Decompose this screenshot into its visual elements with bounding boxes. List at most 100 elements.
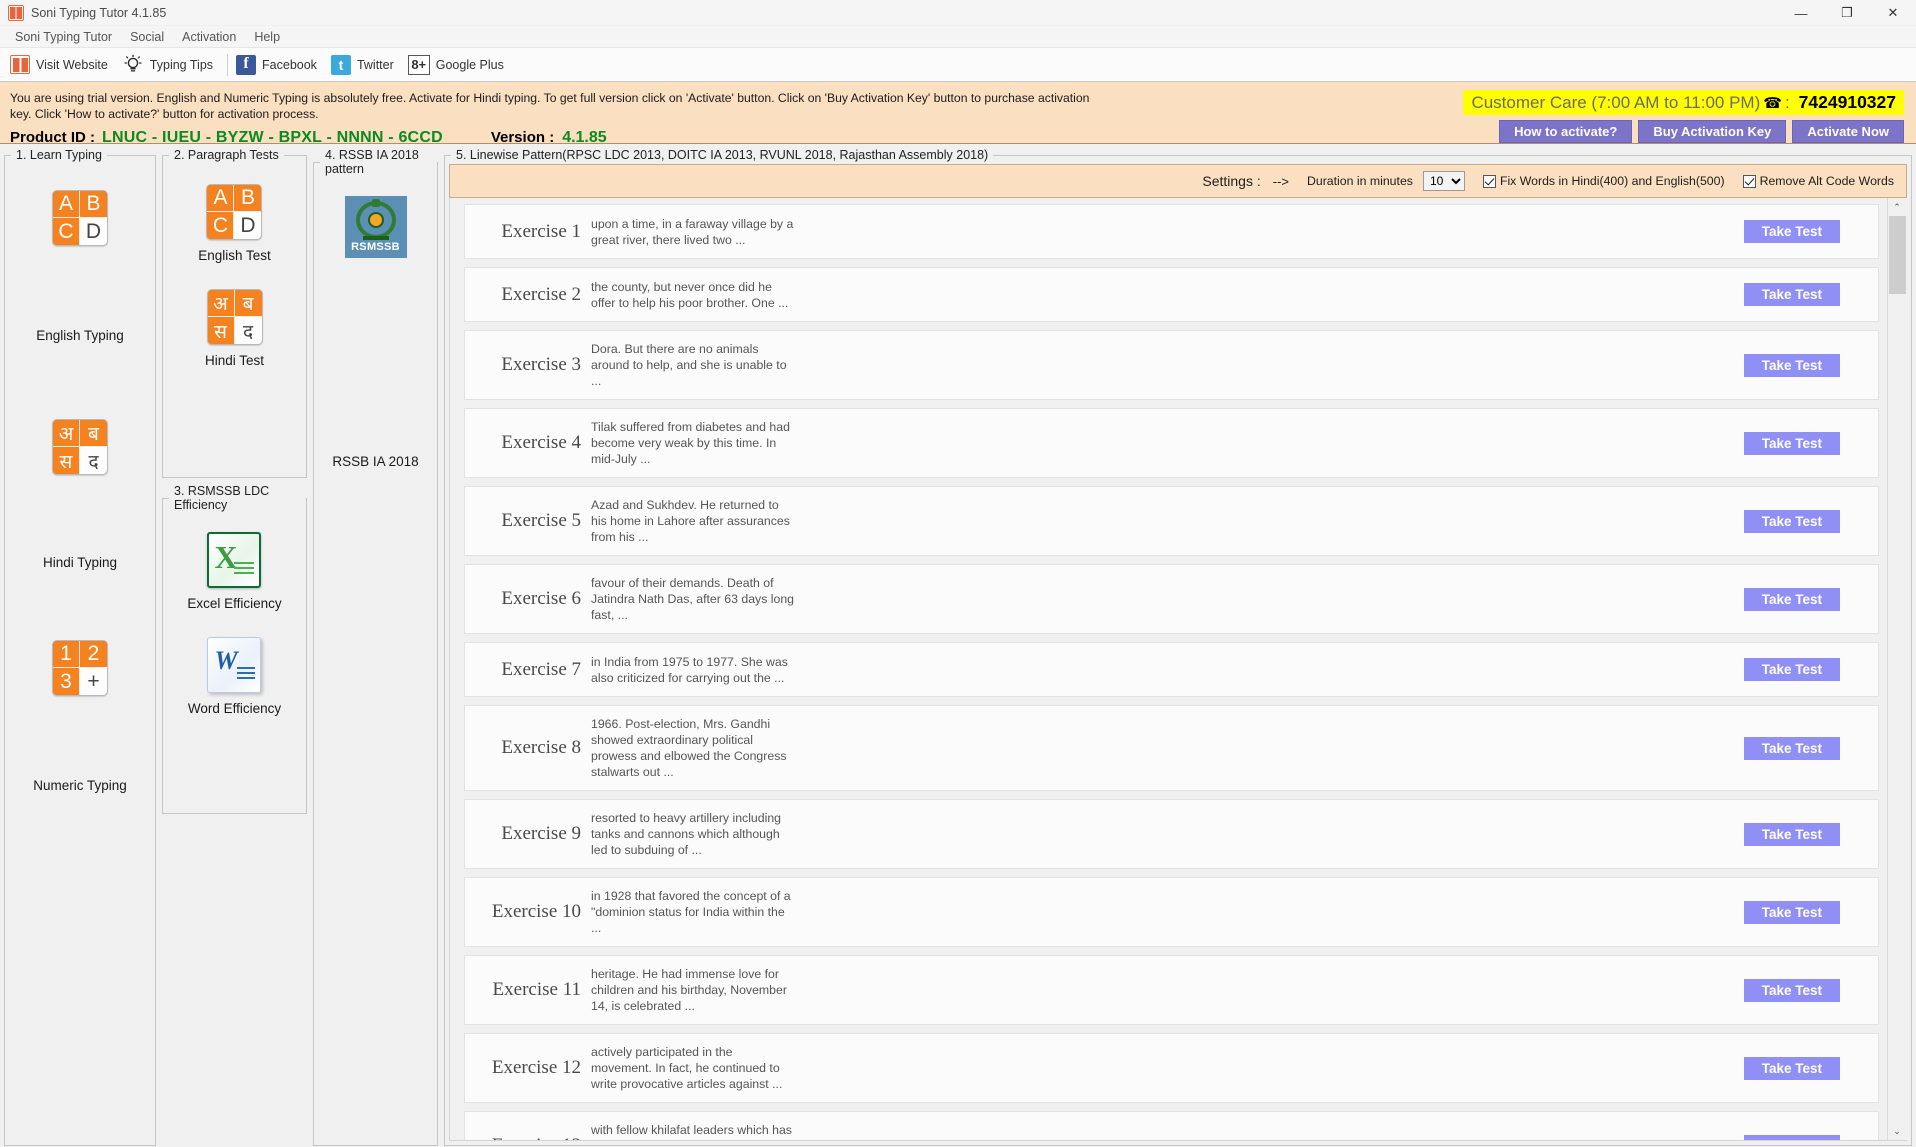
panel-learn-typing: 1. Learn Typing A B C D English Typing अ… [4, 148, 156, 1146]
tile-key-plus: + [79, 668, 107, 695]
menu-soni-typing-tutor[interactable]: Soni Typing Tutor [6, 28, 121, 46]
close-button[interactable]: ✕ [1870, 0, 1916, 26]
table-row: Exercise 1 upon a time, in a faraway vill… [464, 204, 1879, 259]
learn-hindi-typing[interactable]: अ ब स द Hindi Typing [43, 419, 117, 570]
tile-key-d: D [80, 218, 107, 245]
table-row: Exercise 7 in India from 1975 to 1977. Sh… [464, 642, 1879, 697]
numeric-keys-tile-icon[interactable]: 1 2 3 + [51, 640, 108, 696]
take-test-button[interactable]: Take Test [1743, 822, 1840, 846]
scroll-down-arrow-icon[interactable]: ⌄ [1887, 1122, 1907, 1140]
tile-key-c: C [207, 212, 235, 239]
panel-linewise-legend: 5. Linewise Pattern(RPSC LDC 2013, DOITC… [456, 148, 989, 162]
excel-icon[interactable]: X [207, 532, 262, 588]
take-test-button[interactable]: Take Test [1743, 587, 1840, 611]
buy-activation-key-button[interactable]: Buy Activation Key [1638, 120, 1787, 143]
rssb-ia-2018-label: RSSB IA 2018 [332, 454, 419, 469]
remove-alt-code-checkbox[interactable]: Remove Alt Code Words [1742, 174, 1894, 188]
scrollbar-track[interactable] [1887, 216, 1907, 1122]
paragraph-hindi-test-label: Hindi Test [204, 353, 265, 368]
product-id-label: Product ID : [10, 129, 95, 146]
panel-rsmssb-ldc-legend: 3. RSMSSB LDC Efficiency [174, 484, 270, 512]
facebook-icon: f [236, 54, 257, 75]
window-title: Soni Typing Tutor 4.1.85 [31, 5, 167, 20]
paragraph-english-test-label: English Test [198, 248, 271, 263]
english-test-tile-icon[interactable]: A B C D [206, 184, 263, 240]
toolbar-facebook[interactable]: f Facebook [232, 50, 327, 80]
paragraph-hindi-test[interactable]: अ ब स द Hindi Test [205, 289, 264, 368]
take-test-button[interactable]: Take Test [1743, 900, 1840, 924]
scrollbar-thumb[interactable] [1888, 216, 1906, 294]
menu-help[interactable]: Help [245, 28, 289, 46]
word-efficiency[interactable]: W Word Efficiency [188, 637, 281, 716]
take-test-button[interactable]: Take Test [1743, 509, 1840, 533]
learn-numeric-typing[interactable]: 1 2 3 + Numeric Typing [33, 640, 127, 793]
how-to-activate-button[interactable]: How to activate? [1499, 120, 1633, 143]
menu-activation[interactable]: Activation [173, 28, 245, 46]
take-test-button[interactable]: Take Test [1743, 978, 1840, 1002]
toolbar-visit-website-label: Visit Website [36, 57, 108, 72]
take-test-button[interactable]: Take Test [1743, 736, 1840, 760]
english-keys-tile-icon[interactable]: A B C D [52, 190, 108, 246]
learn-english-typing-label: English Typing [36, 328, 124, 343]
scroll-up-arrow-icon[interactable]: ⌃ [1887, 198, 1907, 216]
tile-key-d: D [234, 212, 262, 239]
learn-english-typing[interactable]: A B C D English Typing [36, 190, 124, 343]
toolbar-google-plus-label: Google Plus [435, 57, 504, 72]
excel-efficiency[interactable]: X Excel Efficiency [187, 532, 282, 611]
exercise-preview-text: Azad and Sukhdev. He returned to his hom… [591, 498, 790, 544]
hindi-test-tile-icon[interactable]: अ ब स द [206, 289, 263, 345]
exercise-name: Exercise 4 [501, 432, 581, 453]
lightbulb-icon [122, 54, 144, 76]
toolbar-visit-website[interactable]: Visit Website [6, 50, 118, 80]
take-test-button[interactable]: Take Test [1743, 353, 1840, 377]
panel-paragraph-tests-legend: 2. Paragraph Tests [174, 148, 279, 162]
minimize-button[interactable]: — [1778, 0, 1824, 26]
toolbar-typing-tips[interactable]: Typing Tips [118, 50, 223, 80]
learn-hindi-typing-label: Hindi Typing [42, 555, 118, 570]
tile-key-2: 2 [79, 641, 107, 668]
menu-social[interactable]: Social [121, 28, 173, 46]
customer-care-banner: Customer Care (7:00 AM to 11:00 PM) ☎ : … [1463, 90, 1904, 115]
exercise-list-scrollbar[interactable]: ⌃ ⌄ [1887, 198, 1907, 1140]
table-row: Exercise 13with fellow khilafat leaders … [464, 1111, 1879, 1140]
take-test-button[interactable]: Take Test [1743, 658, 1840, 681]
take-test-button[interactable]: Take Test [1743, 220, 1840, 243]
fix-words-checkbox[interactable]: Fix Words in Hindi(400) and English(500) [1482, 174, 1725, 188]
take-test-button[interactable]: Take Test [1743, 1056, 1840, 1080]
version-value: 4.1.85 [562, 129, 607, 146]
take-test-button[interactable]: Take Test [1743, 1134, 1840, 1140]
hindi-keys-tile-icon[interactable]: अ ब स द [51, 419, 108, 475]
take-test-button[interactable]: Take Test [1743, 283, 1840, 306]
tile-key-da-hi: द [234, 317, 262, 344]
tile-key-sa-hi: स [52, 447, 80, 474]
tile-key-a: A [207, 185, 235, 212]
exercise-preview-text: actively participated in the movement. I… [591, 1045, 783, 1091]
remove-alt-code-checkbox-box[interactable] [1742, 174, 1756, 188]
table-row: Exercise 11 heritage. He had immense love… [464, 955, 1879, 1025]
customer-care-separator: : [1784, 92, 1790, 112]
activate-now-button[interactable]: Activate Now [1792, 120, 1904, 143]
panel-linewise-pattern: 5. Linewise Pattern(RPSC LDC 2013, DOITC… [444, 148, 1912, 1146]
table-row: Exercise 3 Dora. But there are no animals… [464, 330, 1879, 400]
exercise-name: Exercise 9 [501, 823, 581, 844]
exercise-preview-text: with fellow khilafat leaders which has b… [591, 1123, 792, 1140]
paragraph-english-test[interactable]: A B C D English Test [198, 184, 271, 263]
toolbar-twitter[interactable]: t Twitter [327, 50, 404, 80]
excel-icon-lines [234, 562, 255, 577]
duration-select[interactable]: 10 [1422, 171, 1465, 191]
rsmssb-logo-icon[interactable]: RSMSSB [344, 196, 407, 258]
panel-rssb-ia-legend: 4. RSSB IA 2018 pattern [325, 148, 419, 176]
window-controls: — ❐ ✕ [1778, 0, 1916, 26]
take-test-button[interactable]: Take Test [1743, 431, 1840, 455]
excel-efficiency-label: Excel Efficiency [187, 596, 282, 611]
word-icon[interactable]: W [207, 637, 262, 693]
column-paragraph-and-ldc: 2. Paragraph Tests A B C D English Test … [162, 148, 307, 1146]
toolbar-google-plus[interactable]: 8+ Google Plus [404, 50, 514, 80]
table-row: Exercise 6 favour of their demands. Death… [464, 564, 1879, 634]
fix-words-checkbox-box[interactable] [1482, 174, 1496, 188]
maximize-button[interactable]: ❐ [1824, 0, 1870, 26]
tile-key-c: C [53, 218, 80, 245]
exercise-preview-text: Tilak suffered from diabetes and had bec… [591, 420, 790, 466]
settings-label: Settings : [1202, 173, 1261, 189]
toolbar-divider [227, 53, 229, 76]
